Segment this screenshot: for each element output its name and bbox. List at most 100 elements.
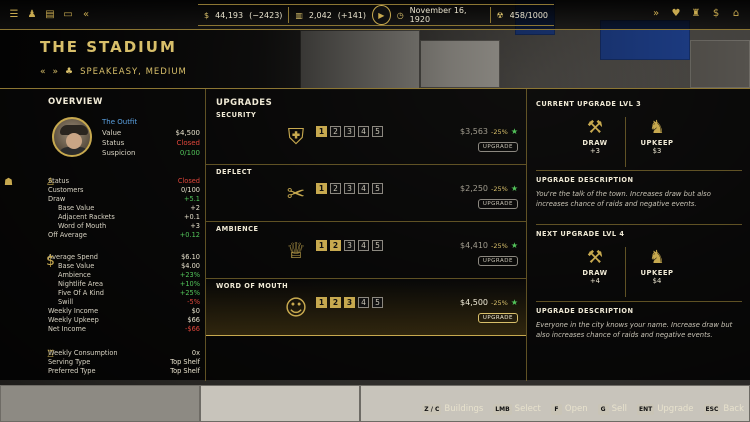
people-icon: ♙ xyxy=(46,177,55,188)
current-draw-label: DRAW xyxy=(582,139,608,147)
control-buildings[interactable]: Z / C Buildings xyxy=(422,403,483,415)
next-description: Everyone in the city knows your name. In… xyxy=(536,321,733,339)
fold-right-icon[interactable]: » xyxy=(650,8,662,20)
preferred-type-value: Top Shelf xyxy=(170,367,200,375)
next-building-icon[interactable]: » xyxy=(53,67,60,77)
adjacent-rackets-label: Adjacent Rackets xyxy=(58,213,115,221)
desc1-title: UPGRADE DESCRIPTION xyxy=(536,176,634,184)
upgrade-discount: -25% xyxy=(491,241,508,250)
money-icon: $ xyxy=(46,253,55,269)
upgrade-button[interactable]: UPGRADE xyxy=(477,199,518,209)
net-income-label: Net Income xyxy=(48,325,86,333)
upgrade-row-deflect[interactable]: DEFLECT ✂ 1 2 3 4 5 $2,250 -25% ★ UPGRADE xyxy=(206,166,526,222)
prev-building-icon[interactable]: « xyxy=(40,67,47,77)
status-group: ☗ Status Closed Customers 0/100 Draw +5.1 B… xyxy=(4,177,200,240)
upgrade-label: SECURITY xyxy=(216,111,257,119)
next-upkeep-value: $4 xyxy=(652,277,662,285)
folder-icon[interactable]: ▭ xyxy=(62,9,74,21)
bottle-icon[interactable]: ♜ xyxy=(690,8,702,20)
draw-value: +5.1 xyxy=(183,195,200,203)
building-icon[interactable]: ⌂ xyxy=(730,8,742,20)
level-box: 2 xyxy=(330,240,341,251)
bottle-small-icon: ♖ xyxy=(46,349,55,360)
menu-icon[interactable]: ☰ xyxy=(8,9,20,21)
nightlife-label: Nightlife Area xyxy=(58,280,104,288)
desc2-title: UPGRADE DESCRIPTION xyxy=(536,307,634,315)
play-button[interactable]: ▶ xyxy=(372,5,391,25)
upgrade-icon: ♕ xyxy=(286,239,306,264)
upgrade-icon: ✂ xyxy=(286,182,306,207)
control-back[interactable]: ESC Back xyxy=(703,403,744,415)
upgrade-discount: -25% xyxy=(491,184,508,193)
level-box: 5 xyxy=(372,240,383,251)
upgrade-row-security[interactable]: SECURITY ⛨ 1 2 3 4 5 $3,563 -25% ★ UPGRADE xyxy=(206,109,526,165)
current-upkeep: ♞ UPKEEP $3 xyxy=(632,117,682,155)
next-upkeep-label: UPKEEP xyxy=(640,269,674,277)
level-box: 4 xyxy=(358,297,369,308)
next-draw-value: +4 xyxy=(589,277,601,285)
heart-icon[interactable]: ♥ xyxy=(670,8,682,20)
customers-value: 0/100 xyxy=(180,186,200,194)
level-box: 2 xyxy=(330,126,341,137)
key-hint: Z / C xyxy=(422,403,442,415)
key-hint: ENT xyxy=(636,403,655,415)
clock-icon: ◷ xyxy=(396,10,404,20)
upgrade-label: DEFLECT xyxy=(216,168,253,176)
key-hint: G xyxy=(597,403,609,415)
status-value: Closed xyxy=(177,177,200,185)
fold-icon[interactable]: « xyxy=(80,9,92,21)
current-description: You're the talk of the town. Increases d… xyxy=(536,190,711,208)
upgrade-cost: $2,250 -25% ★ xyxy=(460,184,518,193)
spend-base-label: Base Value xyxy=(58,262,95,270)
gang-icon[interactable]: ♟ xyxy=(26,9,38,21)
play-icon: ▶ xyxy=(378,10,385,20)
star-icon: ★ xyxy=(510,127,518,136)
owner-value-label: Value xyxy=(102,129,122,137)
finance-icon[interactable]: $ xyxy=(710,8,722,20)
upgrade-button[interactable]: UPGRADE xyxy=(477,256,518,266)
swill-label: Swill xyxy=(58,298,74,306)
upgrades-section: UPGRADES SECURITY ⛨ 1 2 3 4 5 $3,563 -25% ★ UPGRAD… xyxy=(206,89,526,381)
control-open[interactable]: F Open xyxy=(550,403,588,415)
control-upgrade[interactable]: ENT Upgrade xyxy=(636,403,694,415)
control-label: Back xyxy=(723,404,744,414)
spend-base-value: $4.00 xyxy=(181,262,200,270)
control-sell[interactable]: G Sell xyxy=(597,403,627,415)
ledger-icon[interactable]: ▤ xyxy=(44,9,56,21)
control-label: Select xyxy=(514,404,541,414)
weekly-consumption-value: 0x xyxy=(191,349,200,357)
building-type-label: SPEAKEASY, MEDIUM xyxy=(80,67,187,77)
overview-title: OVERVIEW xyxy=(48,97,103,107)
key-hint: F xyxy=(550,403,562,415)
upgrade-button[interactable]: UPGRADE xyxy=(477,142,518,152)
upgrade-cost: $3,563 -25% ★ xyxy=(460,127,518,136)
owner-status-label: Status xyxy=(102,139,125,147)
preferred-type-label: Preferred Type xyxy=(48,367,96,375)
next-upgrade-title: NEXT UPGRADE LVL 4 xyxy=(536,230,625,238)
word-of-mouth-label: Word of Mouth xyxy=(58,222,107,230)
barrel-icon: ▥ xyxy=(295,10,303,20)
upgrade-row-ambience[interactable]: AMBIENCE ♕ 1 2 3 4 5 $4,410 -25% ★ UPGRADE xyxy=(206,223,526,279)
owner-name[interactable]: The Outfit xyxy=(102,118,200,126)
upgrade-cost-value: $2,250 xyxy=(460,184,489,193)
serving-type-select[interactable]: Top Shelf xyxy=(170,358,200,367)
hammer-icon: ⚒ xyxy=(586,247,604,268)
upgrade-button[interactable]: UPGRADE xyxy=(477,313,518,323)
beer-delta: (+141) xyxy=(337,10,367,20)
upgrade-label: WORD OF MOUTH xyxy=(216,282,289,290)
top-bar: ☰ ♟ ▤ ▭ « $ 44,193 (−2423) ▥ 2,042 (+141… xyxy=(0,0,750,30)
money-bag-icon: ♞ xyxy=(648,117,666,138)
upgrade-row-word-of-mouth[interactable]: WORD OF MOUTH ☺ 1 2 3 4 5 $4,500 -25% ★ UPGRADE xyxy=(206,280,526,336)
consumption-group: Weekly Consumption 0x Serving Type Top She… xyxy=(48,349,200,376)
level-box: 5 xyxy=(372,183,383,194)
building-type: « » ♣ SPEAKEASY, MEDIUM xyxy=(40,67,187,77)
five-of-a-kind-value: +25% xyxy=(179,289,200,297)
draw-base-value: +2 xyxy=(190,204,200,212)
overview-section: OVERVIEW The Outfit Value $4,500 Status Cl… xyxy=(48,97,203,157)
upgrade-cost: $4,500 -25% ★ xyxy=(460,298,518,307)
upgrade-label: AMBIENCE xyxy=(216,225,259,233)
upgrade-levels: 12345 xyxy=(316,126,383,137)
level-box: 5 xyxy=(372,297,383,308)
upgrade-cost-value: $4,500 xyxy=(460,298,489,307)
control-select[interactable]: LMB Select xyxy=(493,403,541,415)
